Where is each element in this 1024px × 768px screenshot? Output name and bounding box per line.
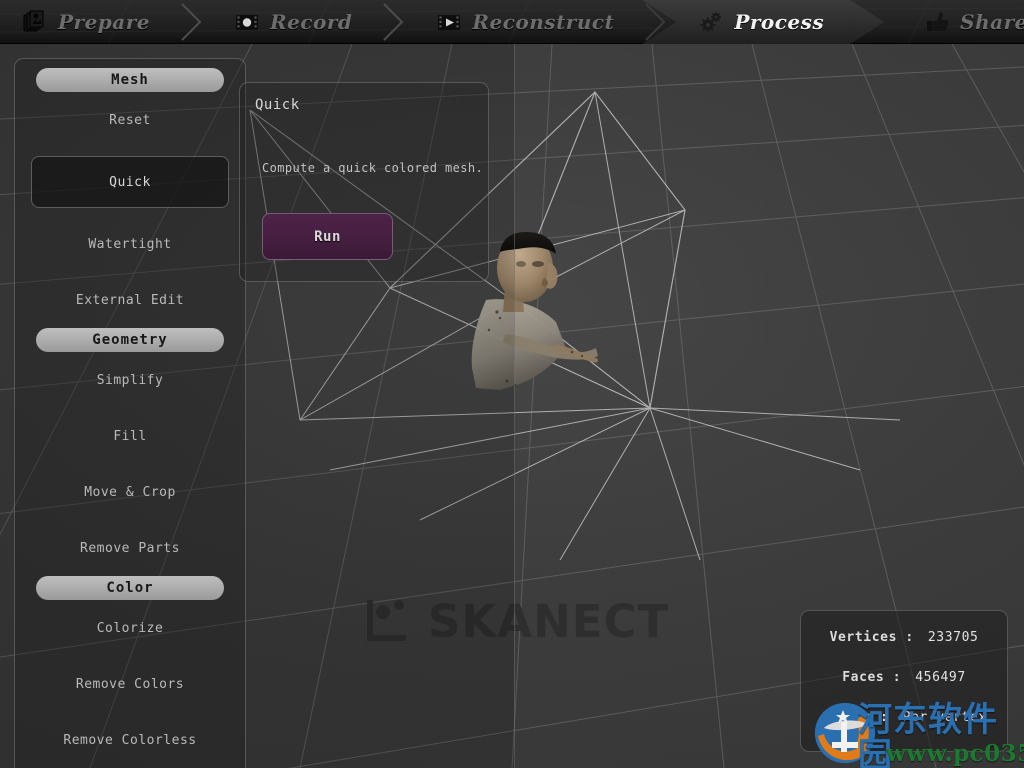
sidebar-item-external-edit-label: External Edit	[75, 292, 185, 308]
cards-icon	[23, 10, 44, 32]
sidebar-item-remove-parts-label: Remove Parts	[80, 540, 180, 556]
tab-process[interactable]: Process	[676, 0, 851, 44]
section-header-color-label: Color	[106, 580, 154, 596]
app-root: SKANECT Prepare Record Reconstruct Proce…	[0, 0, 1024, 768]
stat-row-vertices: Vertices : 233705	[801, 630, 1007, 670]
section-header-mesh[interactable]: Mesh	[36, 68, 224, 92]
properties-panel-quick: Quick Compute a quick colored mesh. Run	[239, 82, 489, 282]
tab-reconstruct-label: Reconstruct	[472, 10, 615, 34]
sidebar-item-reset[interactable]: Reset	[15, 92, 245, 148]
tab-process-label: Process	[734, 10, 825, 34]
tab-record-label: Record	[270, 10, 353, 34]
section-header-geometry-label: Geometry	[92, 332, 168, 348]
gears-icon	[700, 12, 722, 33]
sidebar-item-external-edit[interactable]: External Edit	[15, 272, 245, 328]
sidebar-item-move-crop-label: Move & Crop	[84, 484, 176, 500]
sidebar-item-watertight-label: Watertight	[88, 236, 172, 252]
tab-share-label: Share	[960, 10, 1024, 34]
sidebar-item-remove-colorless-label: Remove Colorless	[63, 732, 197, 748]
left-sidebar: Mesh Reset Quick Watertight External Edi…	[14, 58, 246, 768]
sidebar-item-colorize-label: Colorize	[96, 620, 164, 636]
sidebar-item-remove-colorless[interactable]: Remove Colorless	[15, 712, 245, 768]
sidebar-item-watertight[interactable]: Watertight	[15, 216, 245, 272]
sidebar-item-remove-parts[interactable]: Remove Parts	[15, 520, 245, 576]
stat-row-colors: Colors : Per vertex	[801, 710, 1007, 750]
sidebar-item-fill[interactable]: Fill	[15, 408, 245, 464]
camera-icon	[236, 15, 259, 30]
tab-record[interactable]: Record	[212, 0, 378, 44]
run-button[interactable]: Run	[262, 213, 393, 260]
sidebar-item-move-crop[interactable]: Move & Crop	[15, 464, 245, 520]
section-header-geometry[interactable]: Geometry	[36, 328, 224, 352]
sidebar-item-colorize[interactable]: Colorize	[15, 600, 245, 656]
sidebar-item-quick[interactable]: Quick	[31, 156, 229, 208]
section-header-mesh-label: Mesh	[111, 72, 149, 88]
mesh-stats-panel: Vertices : 233705 Faces : 456497 Colors …	[800, 610, 1008, 752]
stat-faces-key: Faces :	[842, 670, 902, 685]
section-header-color[interactable]: Color	[36, 576, 224, 600]
film-play-icon	[438, 15, 461, 30]
tab-reconstruct[interactable]: Reconstruct	[414, 0, 640, 44]
stat-vertices-value: 233705	[927, 630, 979, 645]
sidebar-item-fill-label: Fill	[113, 428, 147, 444]
sidebar-item-reset-label: Reset	[109, 112, 151, 128]
stat-faces-value: 456497	[915, 670, 966, 685]
stat-vertices-key: Vertices :	[829, 630, 914, 645]
sidebar-item-remove-colors-label: Remove Colors	[75, 676, 185, 692]
stat-colors-value: Per vertex	[902, 710, 987, 725]
tab-prepare-label: Prepare	[58, 10, 151, 34]
stat-colors-key: Colors :	[821, 710, 889, 725]
properties-panel-description: Compute a quick colored mesh.	[262, 161, 484, 175]
tab-separator-2	[378, 0, 414, 44]
sidebar-item-remove-colors[interactable]: Remove Colors	[15, 656, 245, 712]
thumbs-up-icon	[927, 12, 949, 31]
top-navigation-bar: Prepare Record Reconstruct Process Share	[0, 0, 1024, 44]
sidebar-item-quick-label: Quick	[109, 174, 151, 190]
tab-separator-1	[176, 0, 212, 44]
stat-row-faces: Faces : 456497	[801, 670, 1007, 710]
sidebar-item-simplify-label: Simplify	[96, 372, 164, 388]
tab-share[interactable]: Share	[902, 0, 1024, 44]
viewport-region-divider	[514, 44, 515, 768]
tab-prepare[interactable]: Prepare	[0, 0, 176, 44]
run-button-label: Run	[314, 228, 341, 245]
sidebar-item-simplify[interactable]: Simplify	[15, 352, 245, 408]
properties-panel-title: Quick	[255, 97, 300, 113]
